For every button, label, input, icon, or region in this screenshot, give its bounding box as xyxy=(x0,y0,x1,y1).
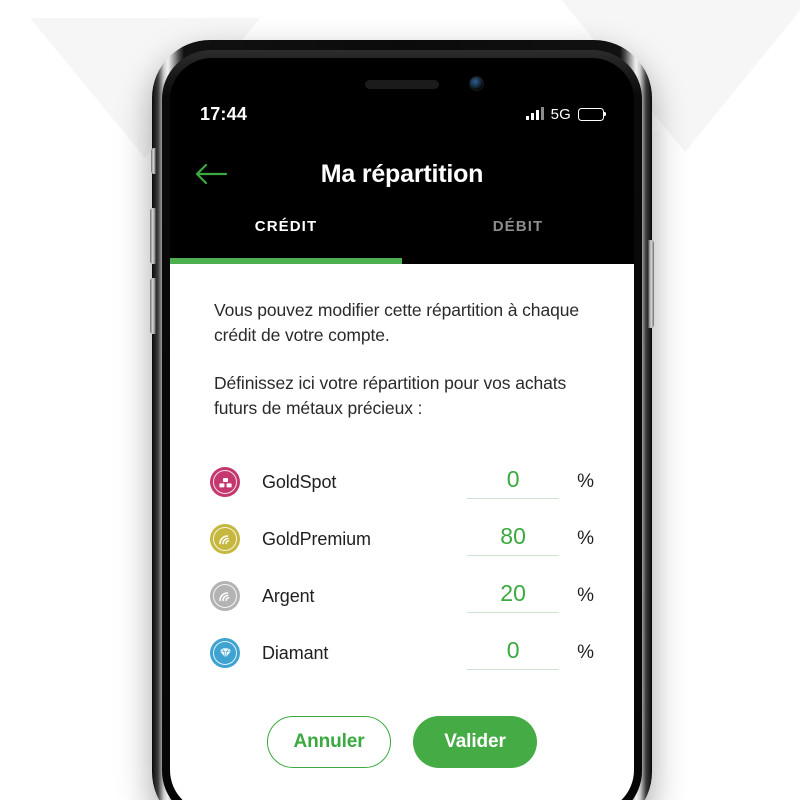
content-sheet: Vous pouvez modifier cette répartition à… xyxy=(170,264,634,800)
cancel-button[interactable]: Annuler xyxy=(267,716,391,768)
allocation-list: GoldSpot % GoldPre xyxy=(170,454,634,682)
gold-coin-icon xyxy=(210,524,240,554)
allocation-label: GoldPremium xyxy=(262,528,371,549)
confirm-button[interactable]: Valider xyxy=(413,716,537,768)
allocation-label: GoldSpot xyxy=(262,471,337,492)
intro-text-block: Vous pouvez modifier cette répartition à… xyxy=(170,264,634,422)
allocation-label: Diamant xyxy=(262,642,329,663)
allocation-row-goldspot: GoldSpot % xyxy=(210,454,594,511)
footer-action-bar: Annuler Valider xyxy=(170,716,634,768)
percent-sign: % xyxy=(577,471,594,492)
diamond-icon xyxy=(210,638,240,668)
intro-paragraph-1: Vous pouvez modifier cette répartition à… xyxy=(214,300,579,346)
signal-bars-icon xyxy=(525,107,544,120)
mute-switch-button[interactable] xyxy=(151,148,156,174)
speaker-pill-icon xyxy=(365,80,439,89)
phone-screen: 17:44 5G Ma répartition CRÉDIT DÉBIT Vou… xyxy=(170,58,634,800)
silver-coin-icon xyxy=(210,581,240,611)
intro-paragraph-2: Définissez ici votre répartition pour vo… xyxy=(214,372,567,419)
percent-sign: % xyxy=(577,585,594,606)
allocation-row-argent: Argent % xyxy=(210,568,594,625)
tab-bar: CRÉDIT DÉBIT xyxy=(170,210,634,264)
network-type-label: 5G xyxy=(550,105,571,123)
percent-sign: % xyxy=(577,642,594,663)
tab-credit[interactable]: CRÉDIT xyxy=(170,210,402,264)
volume-up-button[interactable] xyxy=(150,208,156,264)
gold-bars-icon xyxy=(210,467,240,497)
status-bar-clock: 17:44 xyxy=(200,103,248,124)
page-title: Ma répartition xyxy=(320,159,484,188)
status-bar: 17:44 5G xyxy=(170,100,634,128)
allocation-input-goldspot[interactable] xyxy=(467,465,560,499)
front-camera-icon xyxy=(469,76,484,91)
allocation-row-goldpremium: GoldPremium % xyxy=(210,511,594,568)
notch-area xyxy=(170,58,634,104)
back-arrow-icon[interactable] xyxy=(194,161,228,187)
screenshot-canvas: 17:44 5G Ma répartition CRÉDIT DÉBIT Vou… xyxy=(0,0,800,800)
tab-debit[interactable]: DÉBIT xyxy=(402,210,634,264)
allocation-label: Argent xyxy=(262,585,315,606)
percent-sign: % xyxy=(577,528,594,549)
allocation-input-goldpremium[interactable] xyxy=(467,522,560,556)
allocation-input-diamant[interactable] xyxy=(467,636,560,670)
navigation-header: Ma répartition xyxy=(170,146,634,202)
allocation-row-diamant: Diamant % xyxy=(210,625,594,682)
battery-full-icon xyxy=(578,107,607,121)
status-bar-indicators: 5G xyxy=(525,105,607,123)
volume-down-button[interactable] xyxy=(150,278,156,334)
phone-device-frame: 17:44 5G Ma répartition CRÉDIT DÉBIT Vou… xyxy=(150,40,654,800)
power-button[interactable] xyxy=(648,240,654,328)
allocation-input-argent[interactable] xyxy=(467,579,560,613)
